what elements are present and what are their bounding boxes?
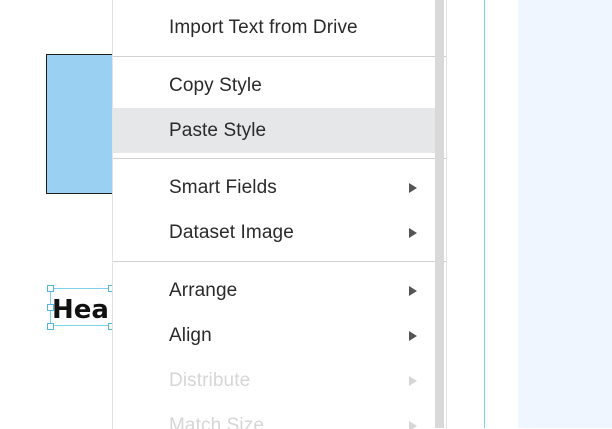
side-panel [518,0,612,428]
menu-item-label: Arrange [169,280,237,302]
menu-separator [113,56,446,57]
menu-item-label: Align [169,325,212,347]
submenu-arrow-icon [409,331,417,341]
menu-item-label: Smart Fields [169,177,277,199]
menu-item-match-size: Match Size [113,403,436,429]
menu-item-paste-style[interactable]: Paste Style [113,108,436,153]
menu-item-import-text-from-drive[interactable]: Import Text from Drive [113,5,436,50]
menu-item-label: Dataset Image [169,222,294,244]
menu-item-arrange[interactable]: Arrange [113,268,436,313]
menu-scrollbar[interactable] [435,0,444,428]
submenu-arrow-icon [409,376,417,386]
menu-item-label: Match Size [169,415,264,429]
menu-item-align[interactable]: Align [113,313,436,358]
menu-item-label: Distribute [169,370,250,392]
menu-item-distribute: Distribute [113,358,436,403]
menu-item-smart-fields[interactable]: Smart Fields [113,165,436,210]
resize-handle-bottom-left[interactable] [47,323,54,330]
heading-text[interactable]: Hea [52,294,109,326]
submenu-arrow-icon [409,183,417,193]
menu-item-label: Import Text from Drive [169,17,358,39]
submenu-arrow-icon [409,286,417,296]
menu-item-label: Paste Style [169,120,266,142]
menu-separator [113,261,446,262]
context-menu: Import Text from Drive Copy Style Paste … [112,0,447,429]
page-margin [485,0,518,428]
menu-item-dataset-image[interactable]: Dataset Image [113,210,436,255]
menu-item-label: Copy Style [169,75,262,97]
resize-handle-top-left[interactable] [47,285,54,292]
menu-item-copy-style[interactable]: Copy Style [113,63,436,108]
resize-handle-left[interactable] [47,304,54,311]
submenu-arrow-icon [409,228,417,238]
menu-separator [113,158,446,159]
